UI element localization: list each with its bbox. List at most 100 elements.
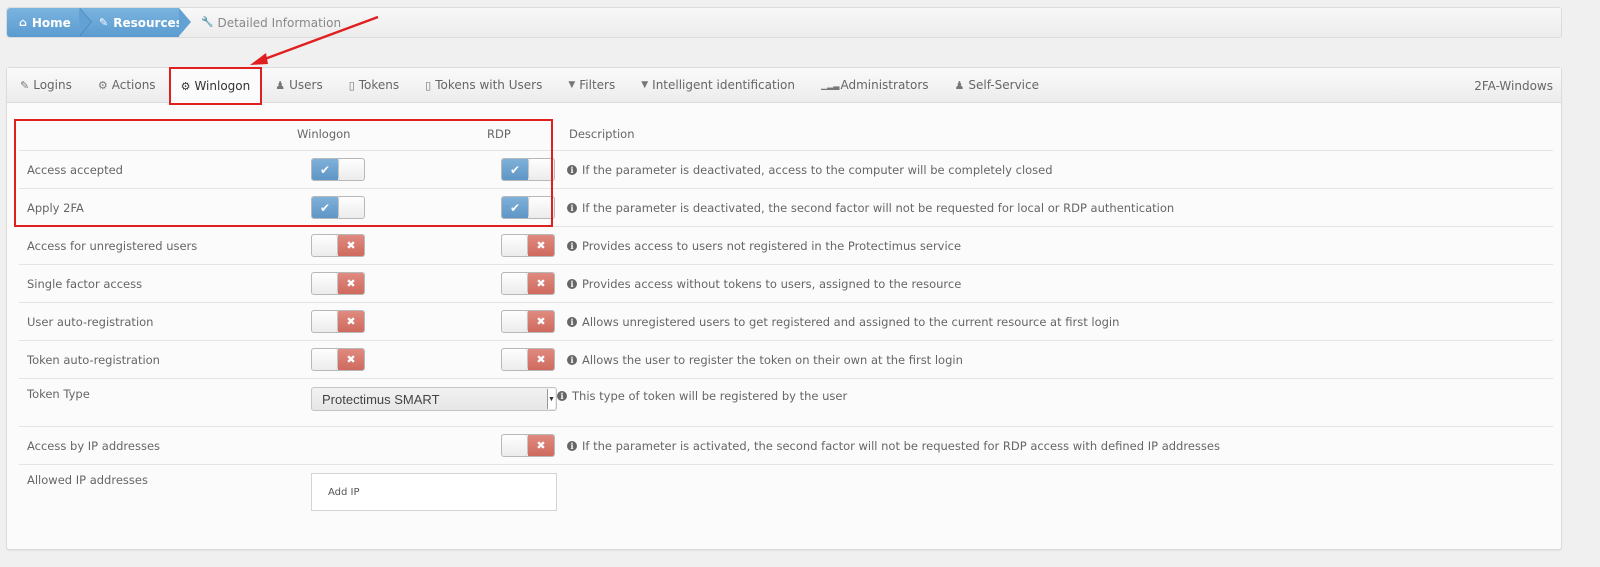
- tab-label: Filters: [579, 78, 616, 92]
- tab-label: Users: [289, 78, 323, 92]
- row-label: User auto-registration: [27, 314, 154, 329]
- tab-administrators[interactable]: ▁▂▃ Administrators: [808, 68, 942, 103]
- tab-label: Administrators: [840, 78, 929, 92]
- winlogon-toggle[interactable]: ✖: [311, 310, 365, 333]
- toggle-knob: [312, 273, 338, 294]
- info-icon: i: [567, 164, 577, 175]
- table-row: Access for unregistered users ✖ ✖ i Provides…: [19, 227, 1553, 265]
- header-description: Description: [569, 126, 635, 141]
- tab-logins[interactable]: ✎ Logins: [7, 68, 85, 103]
- info-icon: i: [567, 354, 577, 365]
- toggle-knob: [502, 311, 528, 332]
- info-icon: i: [567, 316, 577, 327]
- add-ip-label: Add IP: [328, 486, 360, 498]
- add-ip-input[interactable]: Add IP: [311, 473, 557, 511]
- table-row-token-type: Token Type Protectimus SMART ▼ i This ty…: [19, 379, 1553, 427]
- table-row-allowed-ips: Allowed IP addresses Add IP: [19, 465, 1553, 511]
- cross-icon: ✖: [338, 273, 364, 294]
- tab-bar: ✎ Logins ⚙ Actions ⚙ Winlogon ♟ Users ▯ Token…: [7, 67, 1561, 105]
- sitemap-icon: ♟: [954, 78, 965, 92]
- cross-icon: ✖: [528, 273, 554, 294]
- tab-filters[interactable]: ▼ Filters: [555, 68, 628, 103]
- tab-actions[interactable]: ⚙ Actions: [85, 68, 169, 103]
- settings-table: Winlogon RDP Description Access accepted…: [19, 117, 1553, 511]
- row-description: i Provides access without tokens to users…: [567, 277, 961, 291]
- table-row: User auto-registration ✖ ✖ i Allows unregist…: [19, 303, 1553, 341]
- edit-icon: ✎: [99, 16, 109, 29]
- description-text: If the parameter is deactivated, the sec…: [582, 200, 1175, 215]
- row-description: i This type of token will be registered …: [557, 387, 847, 403]
- breadcrumb-current: 🔧 Detailed Information: [179, 16, 341, 30]
- winlogon-cell: ✖: [297, 310, 487, 333]
- edit-icon: ✎: [20, 78, 30, 92]
- breadcrumb-current-label: Detailed Information: [217, 15, 342, 30]
- chevron-down-icon: ▼: [547, 389, 555, 409]
- breadcrumb-resources[interactable]: ✎ Resources: [79, 8, 191, 37]
- table-row: Single factor access ✖ ✖ i Provides access w…: [19, 265, 1553, 303]
- toggle-knob: [502, 273, 528, 294]
- tab-label: Logins: [33, 78, 72, 92]
- toggle-knob: [312, 311, 338, 332]
- row-label: Token auto-registration: [27, 352, 160, 367]
- tab-users[interactable]: ♟ Users: [262, 68, 335, 103]
- tab-intelligent-identification[interactable]: ▼ Intelligent identification: [628, 68, 808, 103]
- table-row: Access accepted ✔ ✔ i If the parameter is de…: [19, 151, 1553, 189]
- toggle-knob: [312, 349, 338, 370]
- filter-icon: ▼: [641, 80, 649, 90]
- table-header: Winlogon RDP Description: [19, 117, 1553, 151]
- row-label: Allowed IP addresses: [27, 473, 148, 487]
- winlogon-cell: ✖: [297, 234, 487, 257]
- winlogon-toggle[interactable]: ✖: [311, 272, 365, 295]
- rdp-cell: ✔: [487, 158, 569, 181]
- info-icon: i: [567, 202, 577, 213]
- winlogon-cell: ✖: [297, 348, 487, 371]
- tab-tokens-with-users[interactable]: ▯ Tokens with Users: [412, 68, 555, 103]
- rdp-toggle[interactable]: ✖: [501, 310, 555, 333]
- table-row: Apply 2FA ✔ ✔ i If the parameter is deactiva…: [19, 189, 1553, 227]
- tab-label: Actions: [111, 78, 156, 92]
- check-icon: ✔: [502, 159, 528, 180]
- row-description: i Provides access to users not registered…: [567, 239, 961, 253]
- cross-icon: ✖: [528, 235, 554, 256]
- winlogon-toggle[interactable]: ✖: [311, 234, 365, 257]
- tab-tokens[interactable]: ▯ Tokens: [336, 68, 412, 103]
- rdp-toggle[interactable]: ✖: [501, 272, 555, 295]
- row-description: i If the parameter is activated, the sec…: [567, 439, 1220, 453]
- winlogon-toggle[interactable]: ✖: [311, 348, 365, 371]
- breadcrumb-resources-label: Resources: [113, 15, 183, 30]
- wrench-icon: 🔧: [201, 17, 214, 28]
- rdp-toggle[interactable]: ✔: [501, 158, 555, 181]
- description-text: If the parameter is activated, the secon…: [582, 438, 1220, 453]
- toggle-knob: [338, 159, 364, 180]
- tab-label: Tokens with Users: [435, 78, 543, 92]
- winlogon-toggle[interactable]: ✔: [311, 158, 365, 181]
- rdp-toggle[interactable]: ✖: [501, 234, 555, 257]
- breadcrumb: ⌂ Home ✎ Resources 🔧 Detailed Informatio…: [6, 7, 1562, 38]
- rdp-cell: ✔: [487, 196, 569, 219]
- tab-self-service[interactable]: ♟ Self-Service: [942, 68, 1052, 103]
- row-label: Access for unregistered users: [27, 238, 198, 253]
- tab-winlogon[interactable]: ⚙ Winlogon: [168, 67, 263, 105]
- winlogon-toggle[interactable]: ✔: [311, 196, 365, 219]
- winlogon-cell: ✔: [297, 158, 487, 181]
- token-type-select[interactable]: Protectimus SMART ▼: [311, 387, 557, 411]
- breadcrumb-home[interactable]: ⌂ Home: [7, 8, 92, 37]
- cross-icon: ✖: [528, 311, 554, 332]
- description-text: Provides access to users not registered …: [582, 238, 962, 253]
- allowed-ips-cell: Add IP: [297, 473, 557, 511]
- info-icon: i: [567, 240, 577, 251]
- breadcrumb-home-label: Home: [31, 15, 71, 30]
- rdp-toggle[interactable]: ✖: [501, 348, 555, 371]
- rdp-toggle[interactable]: ✔: [501, 196, 555, 219]
- description-text: Allows unregistered users to get registe…: [582, 314, 1120, 329]
- toggle-knob: [338, 197, 364, 218]
- row-label: Access by IP addresses: [27, 438, 161, 453]
- cross-icon: ✖: [528, 349, 554, 370]
- ip-access-rdp-toggle[interactable]: ✖: [501, 434, 555, 457]
- toggle-knob: [502, 235, 528, 256]
- token-type-cell: Protectimus SMART ▼: [297, 387, 559, 411]
- gear-icon: ⚙: [180, 79, 191, 93]
- cross-icon: ✖: [528, 435, 554, 456]
- token-type-value: Protectimus SMART: [322, 391, 440, 407]
- header-winlogon: Winlogon: [297, 126, 351, 141]
